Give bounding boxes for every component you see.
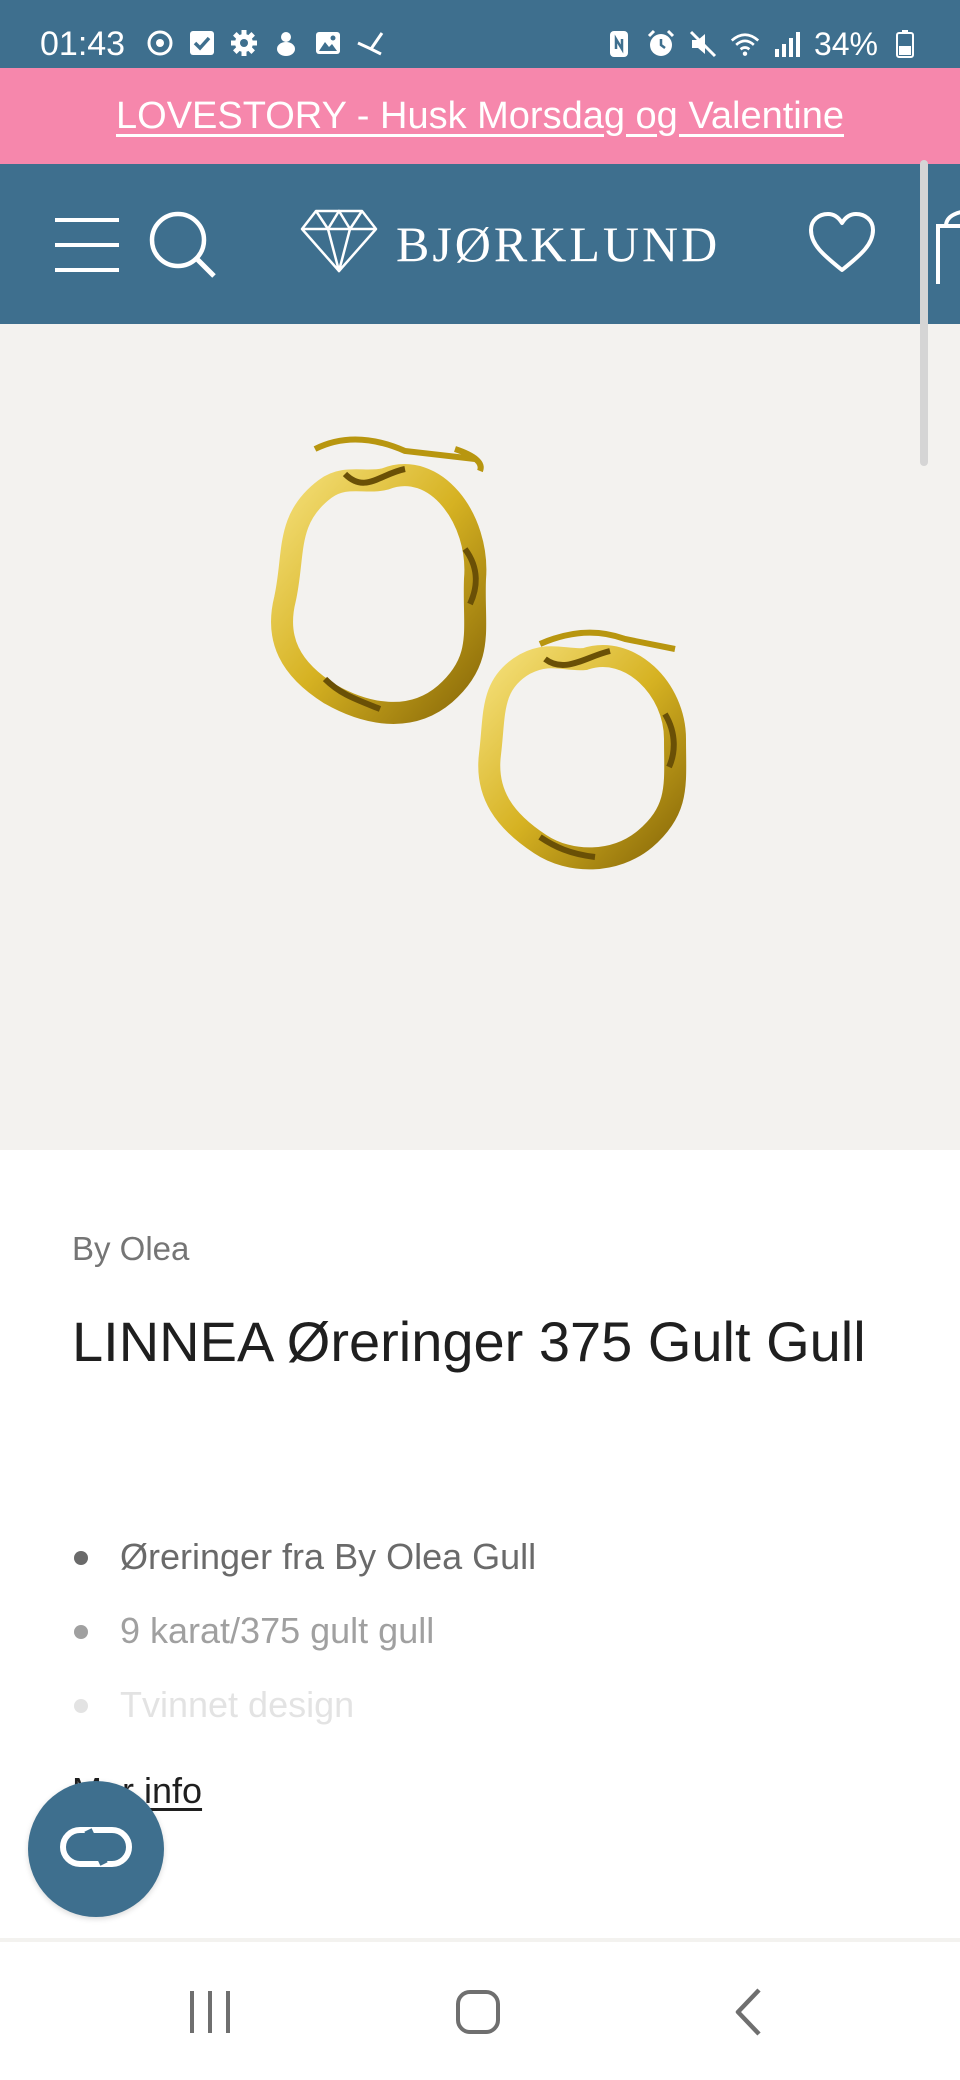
home-icon[interactable] [448, 1982, 508, 2042]
battery-icon [890, 29, 920, 59]
system-icons: 34% [604, 26, 920, 62]
diamond-logo-icon [300, 209, 378, 278]
cleaner-icon [271, 28, 301, 58]
brand-name: BJØRKLUND [396, 215, 721, 272]
promo-link[interactable]: LOVESTORY - Husk Morsdag og Valentine [116, 95, 844, 138]
product-title: LINNEA Øreringer 375 Gult Gull [72, 1310, 866, 1373]
notification-icons [145, 28, 385, 58]
status-bar: 01:43 34% [0, 0, 960, 68]
bird-icon [355, 28, 385, 58]
chat-button[interactable] [28, 1781, 164, 1917]
wifi-icon [730, 29, 760, 59]
site-header: BJØRKLUND [0, 164, 960, 324]
earrings-image [271, 436, 687, 870]
signal-icon [772, 29, 802, 59]
feature-list: Øreringer fra By Olea Gull 9 karat/375 g… [72, 1520, 872, 1742]
feature-item: Øreringer fra By Olea Gull [72, 1520, 872, 1594]
feature-item: 9 karat/375 gult gull [72, 1594, 872, 1668]
feature-item: Tvinnet design [72, 1668, 872, 1742]
chat-icon [60, 1826, 132, 1872]
recent-apps-icon[interactable] [180, 1982, 240, 2042]
brand-logo[interactable]: BJØRKLUND [300, 209, 720, 278]
battery-percent: 34% [813, 26, 878, 62]
sync-icon [145, 28, 175, 58]
heart-icon[interactable] [808, 212, 876, 279]
mute-icon [688, 29, 718, 59]
product-image[interactable] [0, 324, 960, 1150]
page-scrollbar[interactable] [920, 160, 928, 466]
menu-icon[interactable] [55, 216, 121, 279]
status-time: 01:43 [40, 25, 126, 63]
checkbox-icon [187, 28, 217, 58]
back-icon[interactable] [718, 1982, 778, 2042]
nfc-icon [604, 29, 634, 59]
alarm-icon [646, 29, 676, 59]
search-icon[interactable] [148, 210, 218, 285]
product-brand[interactable]: By Olea [72, 1230, 189, 1268]
settings-icon [229, 28, 259, 58]
promo-banner[interactable]: LOVESTORY - Husk Morsdag og Valentine [0, 68, 960, 164]
gallery-icon [313, 28, 343, 58]
system-nav-bar [0, 1942, 960, 2080]
